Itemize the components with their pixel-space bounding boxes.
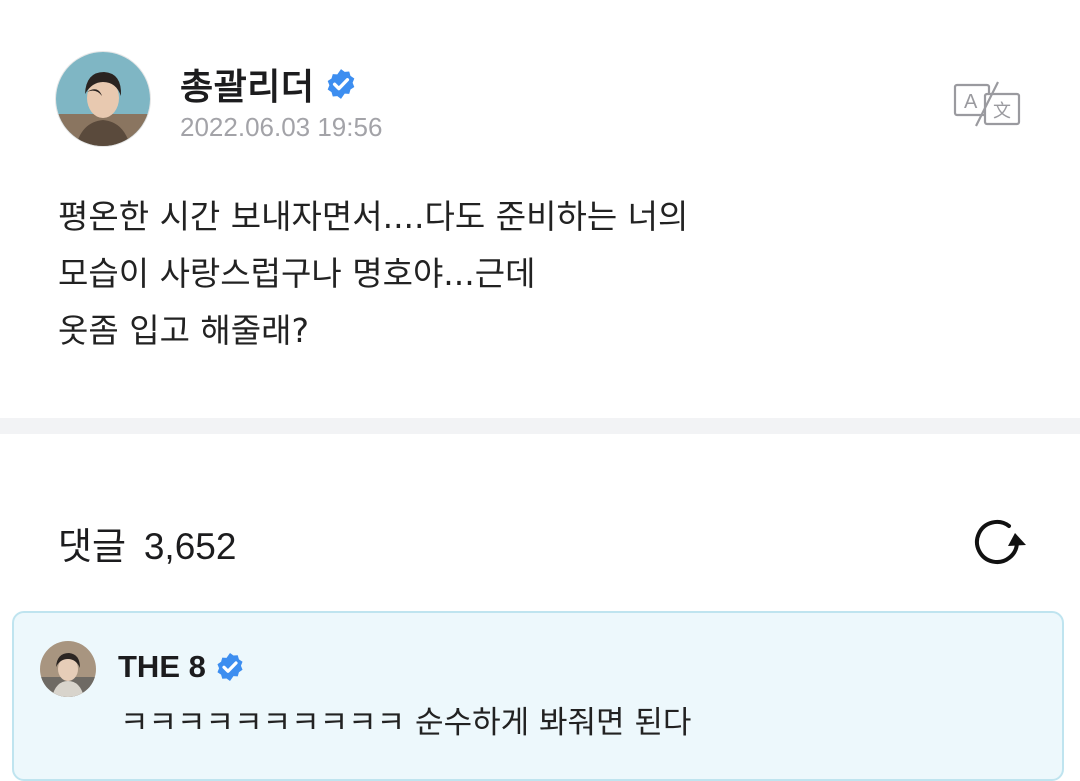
refresh-icon	[975, 520, 1026, 564]
post-timestamp: 2022.06.03 19:56	[180, 112, 383, 142]
comment-item[interactable]: THE 8 ㅋㅋㅋㅋㅋㅋㅋㅋㅋㅋ 순수하게 봐줘면 된다	[12, 611, 1064, 781]
post-author-name: 총괄리더	[180, 67, 315, 108]
verified-badge-icon	[328, 69, 355, 99]
post: 총괄리더 2022.06.03 19:56 A 文 평온한 시간 보내자면서..…	[0, 0, 1080, 418]
translate-icon: A 文	[953, 81, 1021, 127]
comments-label: 댓글	[58, 525, 127, 568]
post-body-line: 옷좀 입고 해줄래?	[58, 311, 310, 350]
post-body: 평온한 시간 보내자면서....다도 준비하는 너의 모습이 사랑스럽구나 명호…	[58, 188, 958, 359]
profile-photo	[56, 52, 150, 146]
comments-header: 댓글 3,652	[58, 516, 236, 570]
verified-badge-icon	[217, 653, 243, 681]
comment-author[interactable]: THE 8	[118, 649, 246, 685]
post-body-line: 평온한 시간 보내자면서....다도 준비하는 너의	[58, 197, 689, 236]
comment-avatar[interactable]	[40, 641, 96, 697]
svg-text:文: 文	[993, 101, 1011, 122]
translate-button[interactable]: A 文	[952, 80, 1022, 128]
refresh-button[interactable]	[970, 515, 1028, 569]
post-author[interactable]: 총괄리더	[180, 58, 358, 110]
profile-photo	[40, 641, 96, 697]
author-avatar[interactable]	[56, 52, 150, 146]
section-divider	[0, 418, 1080, 434]
post-body-line: 모습이 사랑스럽구나 명호야...근데	[58, 254, 536, 293]
comment-author-name: THE 8	[118, 649, 206, 684]
svg-text:A: A	[964, 91, 978, 113]
comments-count: 3,652	[143, 526, 237, 567]
comment-text: ㅋㅋㅋㅋㅋㅋㅋㅋㅋㅋ 순수하게 봐줘면 된다	[120, 705, 692, 741]
